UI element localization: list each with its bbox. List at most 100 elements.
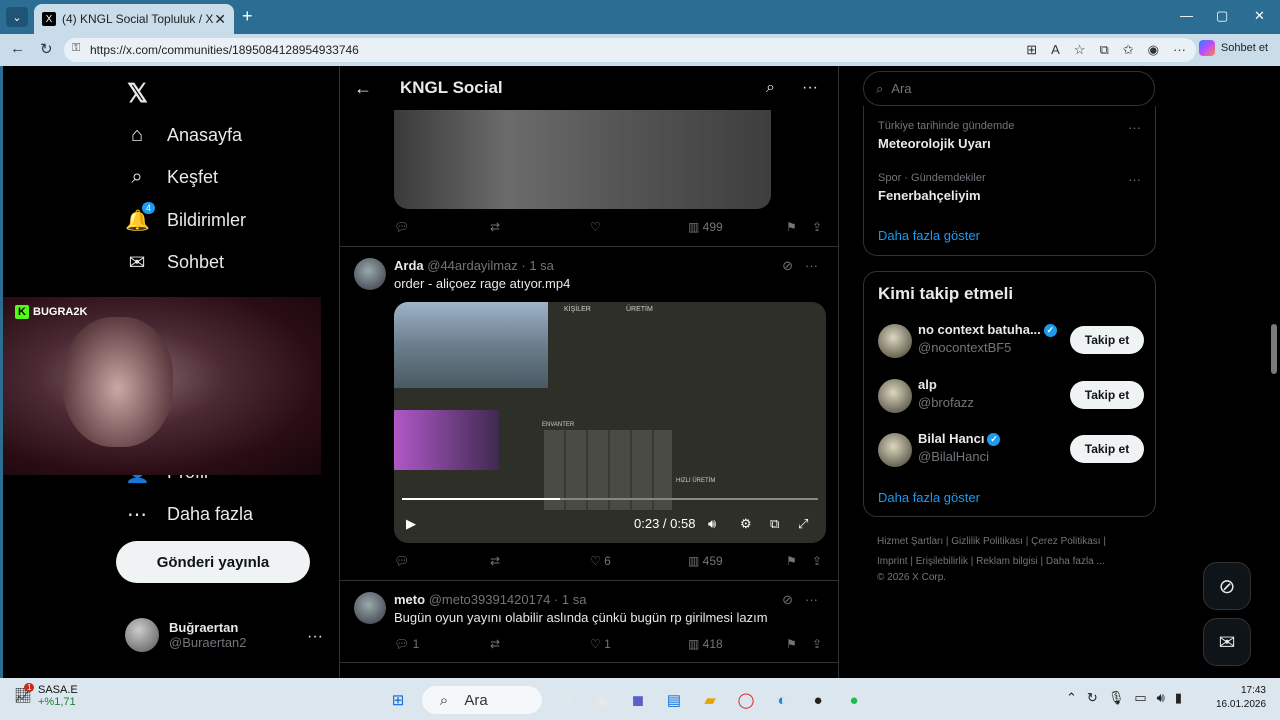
microphone-icon[interactable]: 🎙︎ <box>1108 690 1125 706</box>
fullscreen-icon[interactable]: ⤢ <box>798 516 808 532</box>
reply-icon[interactable]: 💬︎ 1 <box>394 637 419 651</box>
follow-suggestion[interactable]: no context batuha... ✓ @nocontextBF5 Taki… <box>878 320 1144 360</box>
share-icon[interactable]: ⇪ <box>812 554 822 568</box>
scrollbar-thumb[interactable] <box>1271 324 1277 374</box>
like-icon[interactable]: ♡ 1 <box>590 637 611 651</box>
x-logo-icon[interactable]: 𝕏 <box>127 78 148 109</box>
tweet-time[interactable]: · 1 sa <box>554 592 587 607</box>
refresh-icon[interactable]: ↻ <box>40 40 53 58</box>
picture-in-picture-icon[interactable]: ⧉ <box>770 516 779 532</box>
edge-icon[interactable]: ◐ <box>770 688 794 712</box>
grok-icon[interactable]: ⊘ <box>782 592 793 608</box>
task-view-icon[interactable]: ▣ <box>590 688 614 712</box>
play-icon[interactable]: ▶ <box>406 516 416 532</box>
browser-tab[interactable]: X (4) KNGL Social Topluluk / X ✕ <box>34 4 234 34</box>
repost-icon[interactable]: ⇄ <box>490 637 500 651</box>
more-icon[interactable]: ··· <box>805 592 818 608</box>
read-aloud-icon[interactable]: A <box>1051 42 1060 58</box>
more-icon[interactable]: ··· <box>802 79 818 97</box>
footer-line[interactable]: Hizmet Şartları | Gizlilik Politikası | … <box>877 532 1147 552</box>
taskbar-search[interactable]: ⌕ Ara <box>422 686 542 714</box>
trend-item[interactable]: Spor · Gündemdekiler Fenerbahçeliyim <box>878 172 986 203</box>
maximize-button[interactable]: ▢ <box>1216 8 1228 24</box>
repost-icon[interactable]: ⇄ <box>490 220 500 234</box>
footer-line[interactable]: Imprint | Erişilebilirlik | Reklam bilgi… <box>877 552 1147 572</box>
follow-suggestion[interactable]: alp @brofazz Takip et <box>878 375 1144 415</box>
minimize-button[interactable]: — <box>1180 8 1193 23</box>
tab-actions-menu[interactable]: ⌄ <box>6 7 28 27</box>
site-info-icon[interactable]: ⚿ <box>72 42 80 55</box>
show-more-trends-link[interactable]: Daha fazla göster <box>878 228 980 243</box>
spotify-icon[interactable]: ● <box>842 688 866 712</box>
more-icon[interactable]: ··· <box>1128 172 1141 187</box>
favorites-icon[interactable]: ✩ <box>1123 42 1134 58</box>
tweet-time[interactable]: · 1 sa <box>521 258 554 273</box>
obs-icon[interactable]: ● <box>806 688 830 712</box>
app-icon[interactable]: ⊞ <box>1026 42 1037 58</box>
tab-close-icon[interactable]: ✕ <box>214 11 226 28</box>
messages-fab-icon[interactable]: ✉ <box>1203 618 1251 666</box>
close-window-button[interactable]: ✕ <box>1254 8 1265 24</box>
like-icon[interactable]: ♡ <box>590 220 601 234</box>
tweet-handle[interactable]: @meto39391420174 <box>429 592 551 607</box>
nav-chat[interactable]: ✉ Sohbet <box>125 250 224 275</box>
tweet-author[interactable]: meto <box>394 592 425 607</box>
follow-button[interactable]: Takip et <box>1070 326 1144 354</box>
favorite-star-icon[interactable]: ☆ <box>1074 42 1086 58</box>
like-icon[interactable]: ♡ 6 <box>590 554 611 568</box>
extensions-icon[interactable]: ⧉ <box>1099 42 1108 58</box>
avatar[interactable] <box>878 433 912 467</box>
views-icon[interactable]: ▥ 459 <box>688 554 723 568</box>
grok-icon[interactable]: ⊘ <box>782 258 793 274</box>
reply-icon[interactable]: 💬︎ <box>394 220 409 234</box>
views-icon[interactable]: ▥ 418 <box>688 637 723 651</box>
settings-more-icon[interactable]: ··· <box>1173 42 1186 58</box>
follow-suggestion[interactable]: Bilal Hancı ✓ @BilalHanci Takip et <box>878 429 1144 469</box>
repost-icon[interactable]: ⇄ <box>490 554 500 568</box>
views-icon[interactable]: ▥ 499 <box>688 220 723 234</box>
nav-explore[interactable]: ⌕ Keşfet <box>125 166 218 189</box>
more-icon[interactable]: ··· <box>805 258 818 274</box>
scrollbar[interactable] <box>1268 66 1280 678</box>
stock-widget[interactable]: 📈︎ 1 SASA.E +%1,71 <box>14 683 78 708</box>
share-icon[interactable]: ⇪ <box>812 220 822 234</box>
avatar[interactable] <box>878 324 912 358</box>
more-icon[interactable]: ··· <box>1128 120 1141 135</box>
settings-gear-icon[interactable]: ⚙ <box>740 516 752 532</box>
share-icon[interactable]: ⇪ <box>812 637 822 651</box>
system-clock[interactable]: 17:43 16.01.2026 <box>1216 684 1266 712</box>
search-icon[interactable]: ⌕ <box>766 79 775 97</box>
nav-more[interactable]: ⋯ Daha fazla <box>125 502 253 527</box>
bookmark-icon[interactable]: ⚑ <box>786 637 797 651</box>
nav-notifications[interactable]: 🔔 4 Bildirimler <box>125 202 246 233</box>
follow-button[interactable]: Takip et <box>1070 435 1144 463</box>
account-more-icon[interactable]: ··· <box>307 628 323 646</box>
search-highlight-icon[interactable]: 🦎︎ <box>554 688 578 712</box>
opera-icon[interactable]: ◯ <box>734 688 758 712</box>
tweet-author[interactable]: Arda <box>394 258 424 273</box>
bookmark-icon[interactable]: ⚑ <box>786 554 797 568</box>
post-button[interactable]: Gönderi yayınla <box>116 541 310 583</box>
follow-button[interactable]: Takip et <box>1070 381 1144 409</box>
account-switcher[interactable]: Buğraertan @Buraertan2 <box>125 618 247 652</box>
volume-icon[interactable]: 🔊︎ <box>1157 690 1165 706</box>
new-tab-button[interactable]: + <box>242 6 253 27</box>
copilot-button[interactable]: Sohbet et <box>1198 40 1268 56</box>
avatar[interactable] <box>878 379 912 413</box>
video-progress-bar[interactable] <box>402 498 818 500</box>
nav-home[interactable]: ⌂ Anasayfa <box>125 124 242 147</box>
windows-start-icon[interactable]: ⊞ <box>386 688 410 712</box>
file-explorer-icon[interactable]: ▰ <box>698 688 722 712</box>
display-icon[interactable]: ▭ <box>1134 690 1146 706</box>
avatar[interactable] <box>354 592 386 624</box>
battery-icon[interactable]: ▮ <box>1175 690 1182 706</box>
store-icon[interactable]: ▤ <box>662 688 686 712</box>
tweet-handle[interactable]: @44ardayilmaz <box>427 258 518 273</box>
video-player[interactable]: KİŞİLER ÜRETİM ENVANTER HIZLI ÜRETİM ▶ 0… <box>394 302 826 543</box>
grok-fab-icon[interactable]: ⊘ <box>1203 562 1251 610</box>
reply-icon[interactable]: 💬︎ <box>394 554 409 568</box>
volume-icon[interactable]: 🔊︎ <box>708 516 716 532</box>
sync-icon[interactable]: ↻ <box>1087 690 1098 706</box>
show-more-follow-link[interactable]: Daha fazla göster <box>878 490 980 505</box>
post-image[interactable] <box>394 110 771 209</box>
